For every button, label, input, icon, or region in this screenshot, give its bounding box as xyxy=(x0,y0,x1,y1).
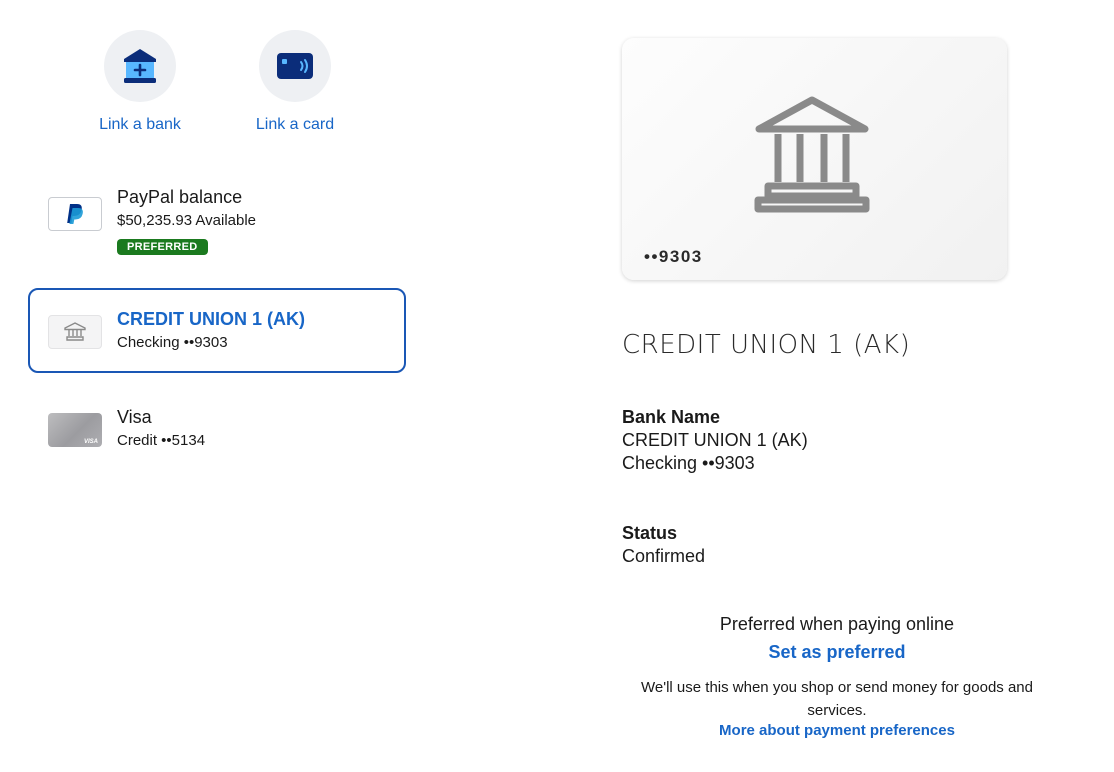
paypal-logo-icon xyxy=(48,197,102,231)
bank-name-label: Bank Name xyxy=(622,407,721,427)
preferred-badge: PREFERRED xyxy=(117,239,208,255)
visa-card-icon: VISA xyxy=(48,413,102,447)
card-account-number: ••9303 xyxy=(644,247,703,266)
bank-add-icon xyxy=(104,30,176,102)
bank-name-section: Bank Name CREDIT UNION 1 (AK) Checking •… xyxy=(622,406,808,475)
wallet-item-credit-union[interactable]: CREDIT UNION 1 (AK) Checking ••9303 xyxy=(48,308,305,353)
paypal-balance-amount: $50,235.93 Available xyxy=(117,212,257,229)
preferred-text: Preferred when paying online xyxy=(719,614,955,634)
link-card-button[interactable]: Link a card xyxy=(225,30,365,134)
bank-detail-heading: CREDIT UNION 1 (AK) xyxy=(622,330,911,360)
bank-card-preview: ••9303 xyxy=(622,38,1007,280)
wallet-item-paypal-balance[interactable]: PayPal balance $50,235.93 Available PREF… xyxy=(48,186,256,255)
visa-title: Visa xyxy=(117,407,152,427)
link-bank-label: Link a bank xyxy=(99,116,181,133)
preference-info-text: We'll use this when you shop or send mon… xyxy=(641,679,1033,719)
credit-union-title: CREDIT UNION 1 (AK) xyxy=(117,309,305,329)
status-section: Status Confirmed xyxy=(622,522,705,568)
set-as-preferred-link[interactable]: Set as preferred xyxy=(612,642,1062,663)
link-bank-button[interactable]: Link a bank xyxy=(70,30,210,134)
wallet-item-visa[interactable]: VISA Visa Credit ••5134 xyxy=(48,406,205,451)
card-add-icon xyxy=(259,30,331,102)
paypal-balance-title: PayPal balance xyxy=(117,187,243,207)
more-about-preferences-link[interactable]: More about payment preferences xyxy=(612,722,1062,739)
bank-name-value: CREDIT UNION 1 (AK) xyxy=(622,430,808,450)
status-label: Status xyxy=(622,523,678,543)
bank-icon xyxy=(48,315,102,349)
visa-account: Credit ••5134 xyxy=(117,432,206,449)
credit-union-account: Checking ••9303 xyxy=(117,334,228,351)
link-card-label: Link a card xyxy=(255,116,335,133)
status-value: Confirmed xyxy=(622,546,706,566)
bank-account-value: Checking ••9303 xyxy=(622,453,755,473)
bank-large-icon xyxy=(754,96,870,213)
